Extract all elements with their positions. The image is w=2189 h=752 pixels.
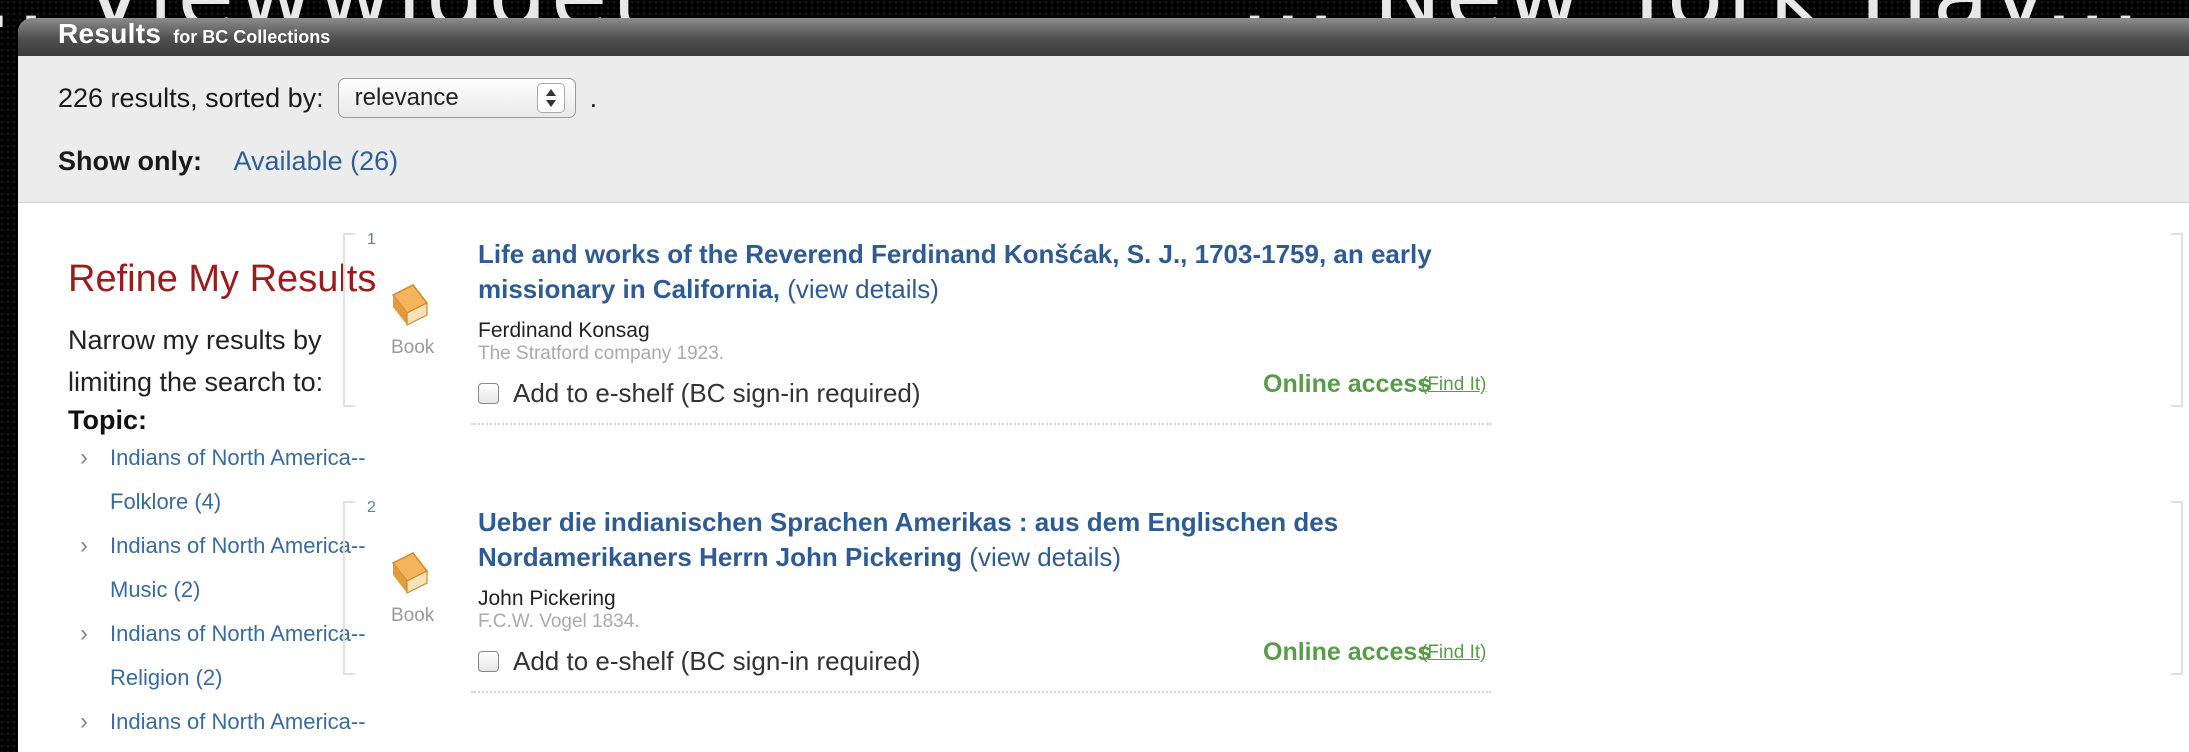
book-icon	[391, 552, 429, 594]
result-author: John Pickering	[478, 587, 616, 610]
result-item: 1 Book Life and works of the Reverend Fe…	[343, 231, 2183, 425]
facet-line: Indians of North America--	[110, 445, 366, 470]
results-count-text: 226 results, sorted by:	[58, 82, 324, 113]
add-to-eshelf[interactable]: Add to e-shelf (BC sign-in required)	[478, 646, 921, 677]
result-frame-right	[2171, 501, 2183, 675]
eshelf-label: Add to e-shelf (BC sign-in required)	[513, 378, 921, 408]
eshelf-checkbox[interactable]	[478, 651, 499, 672]
result-frame-right	[2171, 233, 2183, 407]
results-summary-bar: 226 results, sorted by: relevance . Show…	[18, 56, 2189, 203]
result-title: Life and works of the Reverend Ferdinand…	[478, 237, 1498, 307]
result-author: Ferdinand Konsag	[478, 319, 650, 342]
find-it-link[interactable]: (Find It)	[1421, 374, 1486, 396]
result-title-link[interactable]: Life and works of the Reverend Ferdinand…	[478, 239, 1432, 304]
result-divider	[471, 423, 1491, 425]
show-only-label: Show only:	[58, 146, 202, 176]
add-to-eshelf[interactable]: Add to e-shelf (BC sign-in required)	[478, 378, 921, 409]
topic-label: Topic:	[68, 405, 147, 435]
chevron-right-icon: ›	[80, 444, 88, 471]
result-publisher: The Stratford company 1923.	[478, 343, 725, 364]
result-type: Book	[391, 605, 435, 626]
select-arrows-icon	[536, 83, 565, 113]
sort-trailing-period: .	[589, 82, 598, 113]
results-title-bar: Results for BC Collections	[18, 18, 2189, 56]
online-access-link[interactable]: Online access	[1263, 370, 1431, 399]
results-count-line: 226 results, sorted by: relevance .	[58, 78, 597, 118]
sort-selected-value: relevance	[354, 84, 459, 111]
find-it-link[interactable]: (Find It)	[1421, 642, 1486, 664]
result-divider	[471, 691, 1491, 693]
online-access-link[interactable]: Online access	[1263, 638, 1431, 667]
page-title: Results	[58, 18, 162, 49]
chevron-right-icon: ›	[80, 532, 88, 559]
facet-line: Indians of North America--	[110, 709, 366, 734]
result-title: Ueber die indianischen Sprachen Amerikas…	[478, 505, 1498, 575]
chevron-right-icon: ›	[80, 620, 88, 647]
results-panel: Results for BC Collections 226 results, …	[18, 18, 2189, 752]
sort-select[interactable]: relevance	[337, 78, 576, 118]
result-frame-left	[343, 501, 355, 675]
view-details-link[interactable]: (view details)	[969, 542, 1121, 572]
result-publisher: F.C.W. Vogel 1834.	[478, 611, 640, 632]
result-type: Book	[391, 337, 435, 358]
result-frame-left	[343, 233, 355, 407]
eshelf-checkbox[interactable]	[478, 383, 499, 404]
view-details-link[interactable]: (view details)	[787, 274, 939, 304]
chevron-right-icon: ›	[80, 708, 88, 735]
result-number: 1	[367, 231, 376, 248]
result-item: 2 Book Ueber die indianischen Sprachen A…	[343, 499, 2183, 693]
show-only-line: Show only: Available (26)	[58, 146, 398, 177]
eshelf-label: Add to e-shelf (BC sign-in required)	[513, 646, 921, 676]
facet-item[interactable]: › Indians of North America--	[68, 700, 468, 744]
page-subtitle: for BC Collections	[173, 27, 331, 47]
show-only-available-link[interactable]: Available (26)	[234, 146, 399, 176]
book-icon	[391, 284, 429, 326]
result-number: 2	[367, 499, 376, 516]
result-title-link[interactable]: Ueber die indianischen Sprachen Amerikas…	[478, 507, 1338, 572]
